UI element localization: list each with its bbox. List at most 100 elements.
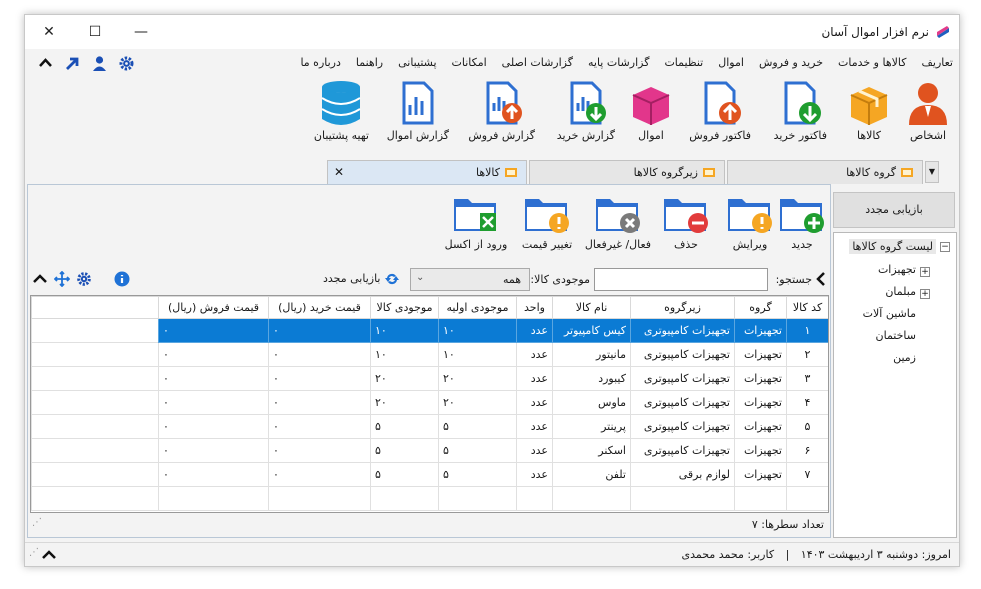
status-user: کاربر: محمد محمدی [681, 548, 775, 561]
stock-filter-select[interactable]: همه ⌄ [410, 268, 530, 291]
column-header-initial-stock[interactable]: موجودی اولیه [438, 296, 517, 319]
search-input[interactable] [594, 268, 768, 291]
column-header-subgroup[interactable]: زیرگروه [630, 296, 735, 319]
resize-grip-icon[interactable]: ⋰ [29, 547, 39, 558]
box-icon [850, 87, 888, 125]
move-icon[interactable] [54, 271, 70, 287]
toggle-active-button[interactable]: فعال/ غیرفعال [582, 193, 654, 251]
close-tab-icon[interactable]: ✕ [334, 165, 344, 179]
column-header-name[interactable]: نام کالا [552, 296, 631, 319]
groups-tree[interactable]: − لیست گروه کالاها + تجهیزات + مبلمان ما… [833, 232, 957, 538]
menu-item-base-reports[interactable]: گزارشات پایه [588, 56, 649, 69]
sales-invoice-icon [704, 81, 742, 125]
menu-item-definitions[interactable]: تعاریف [922, 56, 953, 69]
table-row[interactable]: ۱ تجهیزات تجهیزات کامپیوتری کیس کامپیوتر… [31, 318, 828, 343]
edit-button[interactable]: ویرایش [722, 193, 778, 251]
status-bar: امروز: دوشنبه ۳ اردیبهشت ۱۴۰۳ | کاربر: م… [25, 542, 959, 566]
column-header-stock[interactable]: موجودی کالا [370, 296, 439, 319]
ribbon-sales-invoice-button[interactable]: فاکتور فروش [689, 79, 751, 142]
person-icon [909, 83, 947, 125]
chevron-left-icon[interactable] [814, 271, 828, 287]
column-header-sale-price[interactable]: قیمت فروش (ریال) [158, 296, 269, 319]
refresh-list-button[interactable]: بازیابی مجدد [323, 271, 400, 287]
box-icon [703, 168, 715, 177]
ribbon-sales-report-button[interactable]: گزارش فروش [468, 79, 535, 142]
collapse-toolbar-icon[interactable] [32, 271, 48, 287]
table-row[interactable]: ۷ تجهیزات لوازم برقی تلفن عدد ۵ ۵ ۰ ۰ [31, 462, 828, 487]
menu-bar: تعاریف کالاها و خدمات خرید و فروش اموال … [25, 51, 959, 75]
tab-goods-groups[interactable]: گروه کالاها [727, 160, 923, 184]
ribbon-purchase-report-button[interactable]: گزارش خرید [557, 79, 615, 142]
menu-item-main-reports[interactable]: گزارشات اصلی [502, 56, 573, 69]
goods-toolbar: جدید ویرایش حذف فعال/ غیرفعال تغییر قیمت… [28, 185, 830, 263]
folder-excel-icon [454, 199, 496, 231]
menu-item-goods[interactable]: کالاها و خدمات [838, 56, 907, 69]
tab-goods[interactable]: کالاها ✕ [327, 160, 527, 184]
tree-item[interactable]: زمین [893, 351, 916, 364]
user-icon[interactable] [91, 55, 108, 72]
column-header-unit[interactable]: واحد [516, 296, 553, 319]
folder-disable-icon [596, 199, 640, 233]
chevron-down-icon: ⌄ [416, 272, 425, 283]
folder-warning-icon [525, 199, 569, 233]
column-header-code[interactable]: کد کالا [786, 296, 828, 319]
gear-icon[interactable] [76, 271, 92, 287]
box-icon [901, 168, 913, 177]
status-date: امروز: دوشنبه ۳ اردیبهشت ۱۴۰۳ [800, 548, 951, 561]
menu-item-settings[interactable]: تنظیمات [664, 56, 703, 69]
close-window-button[interactable]: ✕ [37, 21, 61, 43]
search-label: جستجو: [775, 273, 812, 286]
ribbon-purchase-invoice-button[interactable]: فاکتور خرید [774, 79, 827, 142]
change-price-button[interactable]: تغییر قیمت [514, 193, 580, 251]
gear-icon[interactable] [118, 55, 135, 72]
resize-grip-icon[interactable]: ⋰ [32, 517, 42, 528]
ribbon-backup-button[interactable]: تهیه پشتیبان [314, 79, 369, 142]
column-header-group[interactable]: گروه [734, 296, 787, 319]
info-icon[interactable] [114, 271, 130, 287]
tree-collapse-icon[interactable]: − [940, 242, 950, 252]
tree-root[interactable]: لیست گروه کالاها [849, 239, 936, 254]
menu-item-buy-sell[interactable]: خرید و فروش [759, 56, 823, 69]
tree-item[interactable]: تجهیزات [878, 263, 916, 276]
document-tabs: ▼ گروه کالاها زیرگروه کالاها کالاها ✕ [25, 159, 959, 185]
tree-item[interactable]: مبلمان [885, 285, 916, 298]
goods-table[interactable]: کد کالا گروه زیرگروه نام کالا واحد موجود… [30, 295, 829, 513]
tree-expand-icon[interactable]: + [920, 289, 930, 299]
goods-panel: جدید ویرایش حذف فعال/ غیرفعال تغییر قیمت… [27, 184, 831, 538]
table-row[interactable]: ۶ تجهیزات تجهیزات کامپیوتری اسکنر عدد ۵ … [31, 438, 828, 463]
delete-button[interactable]: حذف [658, 193, 714, 251]
tree-expand-icon[interactable]: + [920, 267, 930, 277]
table-row[interactable]: ۴ تجهیزات تجهیزات کامپیوتری ماوس عدد ۲۰ … [31, 390, 828, 415]
database-icon [321, 81, 361, 125]
column-header-purchase-price[interactable]: قیمت خرید (ریال) [268, 296, 371, 319]
import-excel-button[interactable]: ورود از اکسل [440, 193, 512, 251]
table-row[interactable]: ۳ تجهیزات تجهیزات کامپیوتری کیبورد عدد ۲… [31, 366, 828, 391]
ribbon-assets-report-button[interactable]: گزارش اموال [387, 79, 449, 142]
app-logo-icon [937, 26, 949, 38]
table-row[interactable]: ۲ تجهیزات تجهیزات کامپیوتری مانیتور عدد … [31, 342, 828, 367]
refresh-groups-button[interactable]: بازیابی مجدد [833, 192, 955, 228]
tree-item[interactable]: ساختمان [876, 329, 916, 342]
minimize-window-button[interactable]: — [129, 21, 153, 43]
stock-filter-label: موجودی کالا: [530, 273, 590, 286]
menu-item-assets[interactable]: اموال [718, 56, 744, 69]
window-title: نرم افزار اموال آسان [821, 25, 929, 39]
arrow-up-right-icon[interactable] [64, 55, 81, 72]
menu-item-about[interactable]: درباره ما [300, 56, 340, 69]
tab-goods-subgroups[interactable]: زیرگروه کالاها [529, 160, 725, 184]
collapse-status-icon[interactable] [41, 547, 57, 563]
ribbon-persons-button[interactable]: اشخاص [905, 79, 951, 142]
menu-item-support[interactable]: پشتیبانی [398, 56, 436, 69]
maximize-window-button[interactable]: ☐ [83, 21, 107, 43]
tree-item[interactable]: ماشین آلات [863, 307, 916, 320]
tabs-dropdown-icon[interactable]: ▼ [925, 161, 939, 183]
menu-item-features[interactable]: امکانات [452, 56, 487, 69]
purchase-report-icon [570, 81, 606, 125]
ribbon-assets-button[interactable]: اموال [627, 79, 675, 142]
table-row[interactable]: ۵ تجهیزات تجهیزات کامپیوتری پرینتر عدد ۵… [31, 414, 828, 439]
collapse-ribbon-icon[interactable] [37, 55, 54, 72]
table-row-empty [31, 486, 828, 511]
ribbon-goods-button[interactable]: کالاها [845, 79, 893, 142]
menu-item-help[interactable]: راهنما [356, 56, 383, 69]
new-button[interactable]: جدید [774, 193, 830, 251]
